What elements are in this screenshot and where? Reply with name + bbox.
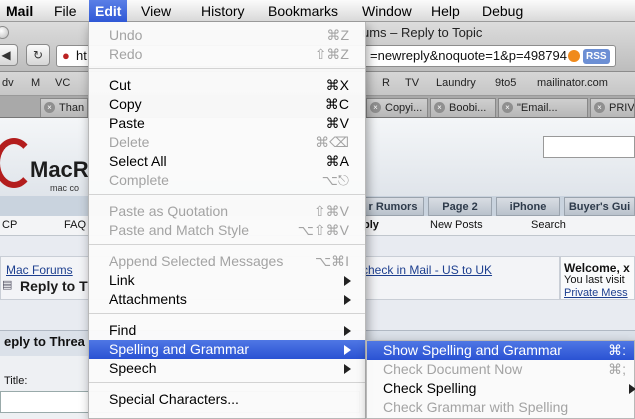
menu-item-special-characters[interactable]: Special Characters...: [89, 390, 365, 409]
reload-button[interactable]: ↻: [26, 44, 50, 66]
title-label: Title:: [4, 375, 28, 387]
subnav-faq[interactable]: FAQ: [64, 219, 86, 231]
reply-heading: eply to Threa: [4, 334, 85, 349]
menu-item-link[interactable]: Link: [89, 271, 365, 290]
rss-button[interactable]: RSS: [583, 49, 610, 64]
submenu-arrow-icon: [344, 345, 351, 355]
subnav-cp[interactable]: CP: [2, 219, 17, 231]
browser-tab[interactable]: × Copyi...: [366, 98, 428, 117]
close-tab-icon[interactable]: ×: [370, 102, 381, 113]
bookmark-item[interactable]: mailinator.com: [537, 77, 608, 89]
private-messages-link[interactable]: Private Mess: [564, 287, 628, 299]
menu-item-select-all[interactable]: Select All ⌘A: [89, 152, 365, 171]
menu-item-delete[interactable]: Delete ⌘⌫: [89, 133, 365, 152]
site-logo-text[interactable]: MacR: [30, 157, 89, 183]
submenu-arrow-icon: [344, 276, 351, 286]
menu-bookmarks[interactable]: Bookmarks: [268, 0, 338, 22]
menu-item-redo[interactable]: Redo ⇧⌘Z: [89, 45, 365, 64]
site-search-input[interactable]: [543, 136, 635, 158]
menu-edit[interactable]: Edit: [89, 0, 128, 22]
close-tab-icon[interactable]: ×: [434, 102, 445, 113]
bookmark-item[interactable]: 9to5: [495, 77, 516, 89]
menu-separator: [89, 194, 365, 195]
subnav-search[interactable]: Search: [531, 219, 566, 231]
menu-item-copy[interactable]: Copy ⌘C: [89, 95, 365, 114]
menu-item-attachments[interactable]: Attachments: [89, 290, 365, 309]
menu-separator: [89, 382, 365, 383]
menu-file[interactable]: File: [54, 0, 77, 22]
site-tab-iphone[interactable]: iPhone: [496, 197, 560, 216]
edit-menu: Undo ⌘Z Redo ⇧⌘Z Cut ⌘X Copy ⌘C Paste ⌘V…: [88, 22, 366, 419]
menu-separator: [89, 313, 365, 314]
menu-item-check-document-now[interactable]: Check Document Now ⌘;: [367, 360, 634, 379]
submenu-arrow-icon: [344, 295, 351, 305]
submenu-arrow-icon: [344, 364, 351, 374]
last-visit-text: You last visit: [564, 274, 625, 286]
menu-bar: Mail File Edit View History Bookmarks Wi…: [0, 0, 635, 22]
thread-title: Reply to T: [20, 278, 88, 294]
site-logo-subtitle: mac co: [50, 183, 80, 193]
site-tab-buyers-guide[interactable]: Buyer's Gui: [564, 197, 635, 216]
menu-item-append-messages[interactable]: Append Selected Messages ⌥⌘I: [89, 252, 365, 271]
site-icon: ●: [62, 48, 70, 63]
menu-item-paste[interactable]: Paste ⌘V: [89, 114, 365, 133]
menu-help[interactable]: Help: [431, 0, 460, 22]
browser-tab[interactable]: × "Email...: [498, 98, 588, 117]
menu-view[interactable]: View: [141, 0, 171, 22]
menu-item-check-grammar[interactable]: Check Grammar with Spelling: [367, 398, 634, 417]
menu-item-show-spelling[interactable]: Show Spelling and Grammar ⌘:: [367, 341, 634, 360]
bookmark-item[interactable]: Laundry: [436, 77, 476, 89]
close-tab-icon[interactable]: ×: [44, 102, 55, 113]
submenu-arrow-icon: [629, 384, 635, 394]
browser-tab[interactable]: × PRIV: [590, 98, 635, 117]
stop-loading-icon[interactable]: [568, 50, 580, 62]
bookmark-item[interactable]: TV: [405, 77, 419, 89]
bookmark-item[interactable]: dv: [2, 77, 14, 89]
url-text-right: =newreply&noquote=1&p=498794: [370, 48, 567, 63]
bookmark-item[interactable]: VC: [55, 77, 70, 89]
window-title: ums – Reply to Topic: [362, 25, 483, 40]
menu-separator: [89, 244, 365, 245]
back-button[interactable]: ◀: [0, 44, 18, 66]
subnav-new-posts[interactable]: New Posts: [430, 219, 483, 231]
welcome-panel: Welcome, x You last visit Private Mess: [560, 256, 635, 300]
breadcrumb-thread-link[interactable]: check in Mail - US to UK: [362, 263, 492, 277]
menu-window[interactable]: Window: [362, 0, 412, 22]
thread-icon: ▤: [2, 279, 13, 291]
browser-tab[interactable]: × Than: [40, 98, 88, 117]
menu-item-find[interactable]: Find: [89, 321, 365, 340]
menu-item-complete[interactable]: Complete ⌥⎋: [89, 171, 365, 190]
menu-item-paste-match-style[interactable]: Paste and Match Style ⌥⇧⌘V: [89, 221, 365, 240]
bookmark-item[interactable]: M: [31, 77, 40, 89]
menu-mail[interactable]: Mail: [6, 0, 33, 22]
browser-tab[interactable]: × Boobi...: [430, 98, 496, 117]
menu-history[interactable]: History: [201, 0, 245, 22]
menu-item-speech[interactable]: Speech: [89, 359, 365, 378]
menu-debug[interactable]: Debug: [482, 0, 523, 22]
menu-item-paste-quotation[interactable]: Paste as Quotation ⇧⌘V: [89, 202, 365, 221]
spelling-submenu: Show Spelling and Grammar ⌘: Check Docum…: [366, 340, 635, 419]
welcome-title: Welcome, x: [564, 261, 630, 275]
menu-item-cut[interactable]: Cut ⌘X: [89, 76, 365, 95]
menu-item-check-spelling[interactable]: Check Spelling: [367, 379, 635, 398]
menu-item-undo[interactable]: Undo ⌘Z: [89, 26, 365, 45]
menu-separator: [89, 68, 365, 69]
url-text-left: ht: [76, 48, 87, 63]
close-tab-icon[interactable]: ×: [502, 102, 513, 113]
site-tab-page2[interactable]: Page 2: [428, 197, 492, 216]
reload-icon: ↻: [32, 48, 44, 62]
menu-item-spelling-grammar[interactable]: Spelling and Grammar: [89, 340, 365, 359]
bookmark-item[interactable]: R: [382, 77, 390, 89]
site-tab-rumors[interactable]: r Rumors: [362, 197, 424, 216]
breadcrumb-link[interactable]: Mac Forums: [6, 263, 73, 277]
submenu-arrow-icon: [344, 326, 351, 336]
close-tab-icon[interactable]: ×: [594, 102, 605, 113]
